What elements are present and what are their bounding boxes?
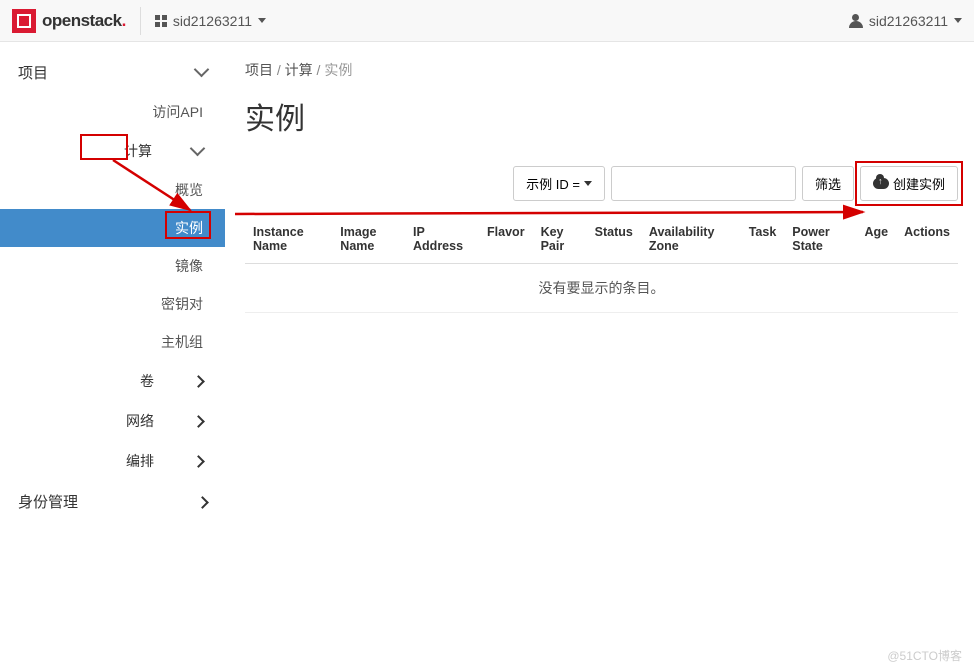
main-content: 项目 / 计算 / 实例 实例 示例 ID = 筛选 创建实例: [225, 42, 974, 522]
nav-network[interactable]: 网络: [0, 401, 225, 441]
brand-name: openstack.: [42, 11, 126, 31]
project-name: sid21263211: [173, 13, 252, 29]
breadcrumb: 项目 / 计算 / 实例: [245, 60, 958, 80]
instances-table: Instance Name Image Name IP Address Flav…: [245, 215, 958, 313]
col-image-name[interactable]: Image Name: [332, 215, 405, 264]
sidebar: 项目 访问API 计算 概览 实例 镜像 密钥对 主机组 卷: [0, 42, 225, 522]
filter-input[interactable]: [611, 166, 796, 201]
nav-orchestration[interactable]: 编排: [0, 441, 225, 481]
nav-project[interactable]: 项目: [0, 52, 225, 93]
cloud-upload-icon: [873, 178, 889, 189]
toolbar: 示例 ID = 筛选 创建实例: [245, 166, 958, 201]
caret-down-icon: [954, 18, 962, 23]
col-instance-name[interactable]: Instance Name: [245, 215, 332, 264]
create-instance-button[interactable]: 创建实例: [860, 166, 958, 201]
user-menu[interactable]: sid21263211: [849, 13, 962, 29]
nav-instances[interactable]: 实例: [0, 209, 225, 247]
col-actions: Actions: [896, 215, 958, 264]
openstack-logo-icon: [12, 9, 36, 33]
empty-message: 没有要显示的条目。: [245, 264, 958, 313]
chevron-down-icon: [192, 143, 203, 160]
col-task[interactable]: Task: [741, 215, 785, 264]
divider: [140, 7, 141, 35]
col-status[interactable]: Status: [587, 215, 641, 264]
caret-down-icon: [258, 18, 266, 23]
breadcrumb-project[interactable]: 项目: [245, 62, 273, 78]
breadcrumb-current: 实例: [324, 62, 352, 78]
chevron-right-icon: [194, 373, 203, 389]
watermark: @51CTO博客: [887, 647, 962, 664]
filter-button[interactable]: 筛选: [802, 166, 854, 201]
grid-icon: [155, 15, 167, 27]
user-icon: [849, 14, 863, 28]
col-key-pair[interactable]: Key Pair: [533, 215, 587, 264]
nav-volumes[interactable]: 卷: [0, 361, 225, 401]
highlight-box: [80, 134, 128, 160]
chevron-right-icon: [198, 494, 207, 510]
chevron-down-icon: [196, 64, 207, 81]
table-header-row: Instance Name Image Name IP Address Flav…: [245, 215, 958, 264]
nav-api-access[interactable]: 访问API: [0, 93, 225, 131]
filter-type-dropdown[interactable]: 示例 ID =: [513, 166, 605, 201]
chevron-right-icon: [194, 453, 203, 469]
nav-compute[interactable]: 计算: [0, 131, 225, 171]
col-flavor[interactable]: Flavor: [479, 215, 533, 264]
nav-overview[interactable]: 概览: [0, 171, 225, 209]
breadcrumb-compute[interactable]: 计算: [285, 62, 313, 78]
user-name: sid21263211: [869, 13, 948, 29]
col-power-state[interactable]: Power State: [784, 215, 856, 264]
instances-table-wrap: Instance Name Image Name IP Address Flav…: [245, 215, 958, 313]
table-empty-row: 没有要显示的条目。: [245, 264, 958, 313]
col-availability-zone[interactable]: Availability Zone: [641, 215, 741, 264]
top-bar: openstack. sid21263211 sid21263211: [0, 0, 974, 42]
chevron-right-icon: [194, 413, 203, 429]
nav-images[interactable]: 镜像: [0, 247, 225, 285]
nav-identity[interactable]: 身份管理: [0, 481, 225, 522]
project-selector[interactable]: sid21263211: [155, 13, 266, 29]
nav-hostgroups[interactable]: 主机组: [0, 323, 225, 361]
nav-keypairs[interactable]: 密钥对: [0, 285, 225, 323]
col-ip-address[interactable]: IP Address: [405, 215, 479, 264]
caret-down-icon: [584, 181, 592, 186]
page-title: 实例: [245, 94, 958, 138]
col-age[interactable]: Age: [856, 215, 896, 264]
